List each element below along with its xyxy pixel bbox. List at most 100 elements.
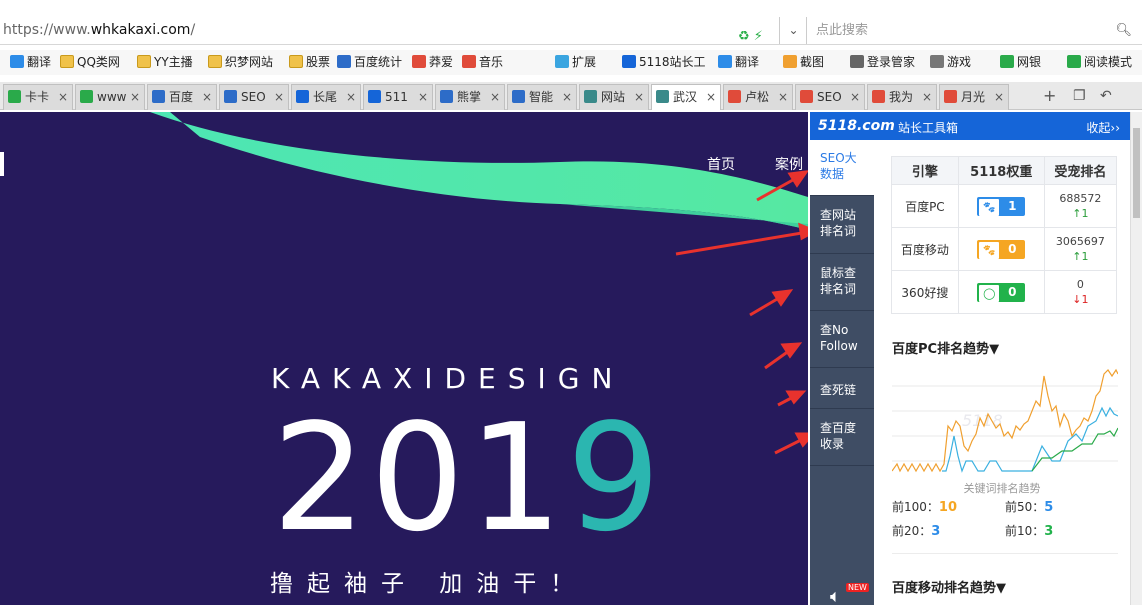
url-action-icons[interactable]: ♻ ⚡ xyxy=(738,23,763,50)
weight-cell: ◯ 0 xyxy=(957,270,1045,314)
tab-close-icon[interactable]: × xyxy=(562,85,572,109)
search-input[interactable]: 点此搜索 🔍︎ xyxy=(808,17,1142,44)
bookmark-label: 股票 xyxy=(306,55,331,69)
tab-close-icon[interactable]: × xyxy=(418,85,428,109)
bookmark-item[interactable]: 游戏 xyxy=(930,54,971,71)
bookmark-item[interactable]: QQ类网 xyxy=(60,54,120,71)
bookmark-item[interactable]: 莽爱 xyxy=(412,54,453,71)
scrollbar[interactable] xyxy=(1130,112,1142,605)
toolbox-side-button[interactable]: 查死链 xyxy=(810,369,874,409)
browser-tab[interactable]: 卢松 × xyxy=(723,84,793,110)
stat-top50: 前50：5 xyxy=(1005,498,1053,515)
rank-trend: ↑1 xyxy=(1072,250,1089,263)
url-dropdown-button[interactable]: ⌄ xyxy=(781,17,807,44)
rank-cell: 3065697 ↑1 xyxy=(1043,227,1118,271)
bookmark-item[interactable]: YY主播 xyxy=(137,54,193,71)
undo-close-icon[interactable]: ↶ xyxy=(1100,88,1112,104)
browser-tab[interactable]: 智能 × xyxy=(507,84,577,110)
tab-close-icon[interactable]: × xyxy=(634,85,644,109)
bookmark-label: 截图 xyxy=(800,55,825,69)
table-row: 百度PC 🐾︎ 1 688572 ↑1 xyxy=(891,184,1118,228)
tab-close-icon[interactable]: × xyxy=(850,85,860,109)
browser-tab[interactable]: 卡卡 × xyxy=(3,84,73,110)
chart-icon xyxy=(337,55,351,68)
rank-cell: 688572 ↑1 xyxy=(1043,184,1118,228)
browser-tab[interactable]: 百度 × xyxy=(147,84,217,110)
browser-tab[interactable]: SEO × xyxy=(219,84,289,110)
tab-label: SEO xyxy=(817,90,842,104)
pc-trend-title[interactable]: 百度PC排名趋势▼ xyxy=(892,338,999,357)
translate-icon xyxy=(718,55,732,68)
bookmark-label: 音乐 xyxy=(479,55,504,69)
side-button-line1: 查死链 xyxy=(820,383,857,397)
browser-tab[interactable]: www × xyxy=(75,84,145,110)
toolbox-side-button[interactable]: 查百度 收录 xyxy=(810,410,874,466)
arrow-2 xyxy=(675,230,808,256)
bookmark-item[interactable]: 翻译 xyxy=(718,54,759,71)
toolbox-side-button[interactable]: 查网站 排名词 xyxy=(810,197,874,254)
weight-badge[interactable]: 🐾︎ 1 xyxy=(977,196,1026,216)
collapse-button[interactable]: 收起›› xyxy=(1086,119,1120,136)
stat-top100-label: 前100： xyxy=(892,500,939,514)
key-icon xyxy=(850,55,864,68)
bookmark-label: 翻译 xyxy=(27,55,52,69)
tab-close-icon[interactable]: × xyxy=(490,85,500,109)
browser-tab[interactable]: 熊掌 × xyxy=(435,84,505,110)
search-icon[interactable]: 🔍︎ xyxy=(1115,17,1132,44)
tab-close-icon[interactable]: × xyxy=(58,85,68,109)
toolbox-side-button[interactable]: SEO大 数据 xyxy=(810,140,874,196)
toolbox-side-button[interactable]: 鼠标查 排名词 xyxy=(810,255,874,311)
tab-close-icon[interactable]: × xyxy=(274,85,284,109)
side-button-line2: 排名词 xyxy=(820,282,857,296)
divider xyxy=(892,553,1118,554)
tab-label: 网站 xyxy=(601,90,626,104)
bookmark-item[interactable]: 织梦网站 xyxy=(208,54,273,71)
browser-tab[interactable]: SEO × xyxy=(795,84,865,110)
url-field[interactable]: https://www.whkakaxi.com/ ♻ ⚡ xyxy=(0,17,780,44)
bookmark-item[interactable]: 截图 xyxy=(783,54,824,71)
bookmark-item[interactable]: 5118站长工 xyxy=(622,54,706,71)
bank-icon xyxy=(1000,55,1014,68)
browser-tab[interactable]: 网站 × xyxy=(579,84,649,110)
bookmark-item[interactable]: 网银 xyxy=(1000,54,1041,71)
tab-close-icon[interactable]: × xyxy=(994,85,1004,109)
speaker-icon[interactable]: 🔈︎ xyxy=(830,586,841,607)
weight-cell: 🐾︎ 1 xyxy=(957,184,1045,228)
tab-close-icon[interactable]: × xyxy=(778,85,788,109)
folder-icon xyxy=(137,55,151,68)
lightning-icon[interactable]: ⚡ xyxy=(754,29,763,44)
weight-badge[interactable]: 🐾︎ 0 xyxy=(977,239,1026,259)
tab-strip: + ❐ ↶ 卡卡 × www × 百度 × SEO × 长尾 × 511 × 熊掌 × 智能 × 网站 × 武汉 × 卢… xyxy=(0,82,1142,110)
toolbox-side-button[interactable]: 查No Follow xyxy=(810,312,874,368)
bookmark-item[interactable]: 阅读模式 xyxy=(1067,54,1132,71)
browser-tab[interactable]: 武汉 × xyxy=(651,84,721,110)
bookmark-item[interactable]: 音乐 xyxy=(462,54,503,71)
recycle-icon[interactable]: ♻ xyxy=(738,29,750,44)
window-restore-icon[interactable]: ❐ xyxy=(1073,88,1086,104)
tab-label: 我为 xyxy=(889,90,914,104)
weight-badge[interactable]: ◯ 0 xyxy=(977,282,1026,302)
bookmark-label: 阅读模式 xyxy=(1084,55,1133,69)
browser-tab[interactable]: 长尾 × xyxy=(291,84,361,110)
bookmark-item[interactable]: 翻译 xyxy=(10,54,51,71)
tab-close-icon[interactable]: × xyxy=(706,85,716,109)
tab-label: 卢松 xyxy=(745,90,770,104)
tab-close-icon[interactable]: × xyxy=(202,85,212,109)
bookmark-item[interactable]: 登录管家 xyxy=(850,54,915,71)
mobile-trend-title[interactable]: 百度移动排名趋势▼ xyxy=(892,577,1006,596)
tab-close-icon[interactable]: × xyxy=(346,85,356,109)
bookmark-item[interactable]: 扩展 xyxy=(555,54,596,71)
tab-close-icon[interactable]: × xyxy=(130,85,140,109)
scrollbar-thumb[interactable] xyxy=(1133,128,1140,218)
bookmark-item[interactable]: 股票 xyxy=(289,54,330,71)
rank-trend: ↑1 xyxy=(1072,207,1089,220)
table-row: 360好搜 ◯ 0 0 ↓1 xyxy=(891,270,1118,314)
browser-tab[interactable]: 月光 × xyxy=(939,84,1009,110)
browser-tab[interactable]: 511 × xyxy=(363,84,433,110)
bookmark-item[interactable]: 百度统计 xyxy=(337,54,402,71)
stat-top50-label: 前50： xyxy=(1005,500,1045,514)
bookmark-label: YY主播 xyxy=(154,55,193,69)
tab-close-icon[interactable]: × xyxy=(922,85,932,109)
browser-tab[interactable]: 我为 × xyxy=(867,84,937,110)
new-tab-icon[interactable]: + xyxy=(1043,86,1056,105)
